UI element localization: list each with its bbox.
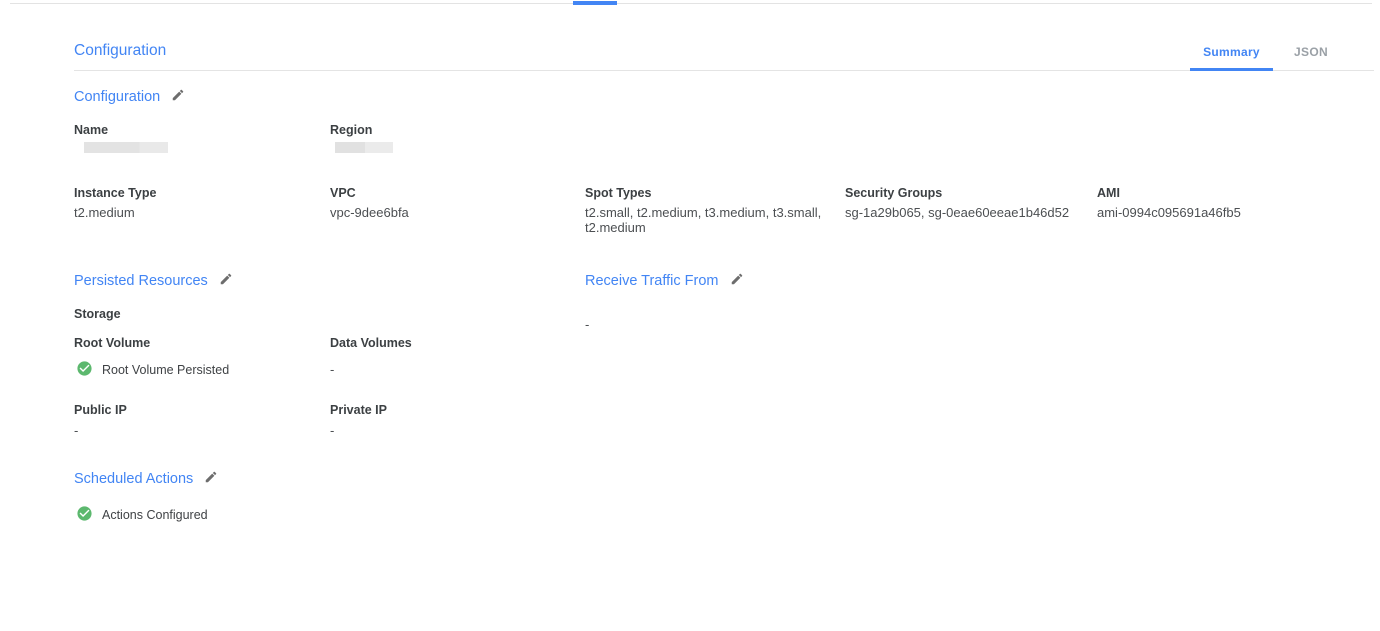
check-circle-icon: [76, 360, 93, 380]
root-volume-label: Root Volume: [74, 336, 150, 350]
edit-persisted-resources-button[interactable]: [219, 272, 233, 289]
tab-summary[interactable]: Summary: [1190, 45, 1273, 59]
spot-types-label: Spot Types: [585, 186, 651, 200]
active-nav-tab-indicator: [573, 1, 617, 5]
check-circle-icon: [76, 505, 93, 525]
receive-traffic-section-title: Receive Traffic From: [585, 273, 719, 289]
security-groups-value: sg-1a29b065, sg-0eae60eeae1b46d52: [845, 205, 1069, 220]
region-label: Region: [330, 123, 372, 137]
top-nav-divider: [10, 3, 1372, 4]
region-value-redacted: [335, 142, 393, 153]
instance-type-label: Instance Type: [74, 186, 156, 200]
pencil-icon: [204, 470, 218, 487]
storage-label: Storage: [74, 307, 121, 321]
pencil-icon: [219, 272, 233, 289]
ami-label: AMI: [1097, 186, 1120, 200]
receive-traffic-value: -: [585, 317, 589, 332]
tab-summary-active-underline: [1190, 68, 1273, 71]
scheduled-actions-status-text: Actions Configured: [102, 508, 208, 522]
root-volume-status: Root Volume Persisted: [76, 360, 229, 380]
name-value-redacted: [84, 142, 168, 153]
vpc-label: VPC: [330, 186, 356, 200]
instance-type-value: t2.medium: [74, 205, 135, 220]
private-ip-label: Private IP: [330, 403, 387, 417]
private-ip-value: -: [330, 423, 334, 438]
vpc-value: vpc-9dee6bfa: [330, 205, 409, 220]
ami-value: ami-0994c095691a46fb5: [1097, 205, 1241, 220]
persisted-resources-section-heading: Persisted Resources: [74, 272, 233, 289]
public-ip-label: Public IP: [74, 403, 127, 417]
spot-types-value: t2.small, t2.medium, t3.medium, t3.small…: [585, 205, 830, 235]
data-volumes-value: -: [330, 362, 334, 377]
public-ip-value: -: [74, 423, 78, 438]
edit-receive-traffic-button[interactable]: [730, 272, 744, 289]
receive-traffic-section-heading: Receive Traffic From: [585, 272, 744, 289]
data-volumes-label: Data Volumes: [330, 336, 412, 350]
persisted-resources-section-title: Persisted Resources: [74, 273, 208, 289]
edit-configuration-button[interactable]: [171, 88, 185, 105]
configuration-section-heading: Configuration: [74, 88, 185, 105]
header-divider: [74, 70, 1374, 71]
pencil-icon: [730, 272, 744, 289]
scheduled-actions-section-heading: Scheduled Actions: [74, 470, 218, 487]
scheduled-actions-section-title: Scheduled Actions: [74, 471, 193, 487]
security-groups-label: Security Groups: [845, 186, 942, 200]
root-volume-status-text: Root Volume Persisted: [102, 363, 229, 377]
tab-json[interactable]: JSON: [1273, 45, 1349, 59]
scheduled-actions-status: Actions Configured: [76, 505, 208, 525]
name-label: Name: [74, 123, 108, 137]
pencil-icon: [171, 88, 185, 105]
edit-scheduled-actions-button[interactable]: [204, 470, 218, 487]
configuration-section-title: Configuration: [74, 89, 160, 105]
page-title: Configuration: [74, 42, 166, 60]
